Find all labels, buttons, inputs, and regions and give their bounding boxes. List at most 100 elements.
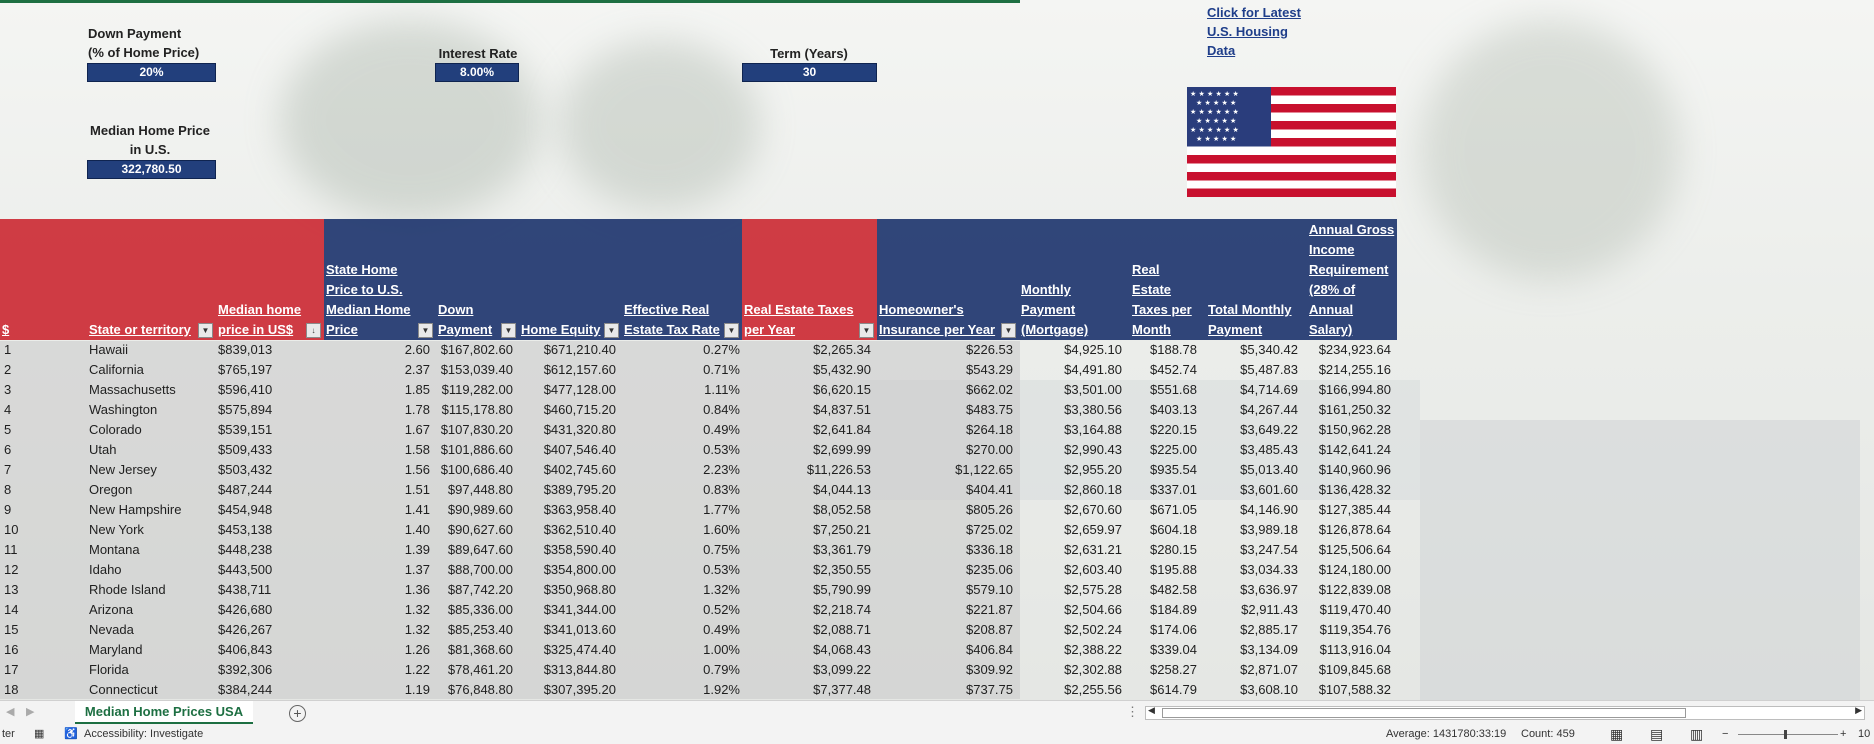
cell-income-requirement[interactable]: $113,916.04 [1307, 640, 1391, 660]
cell-tax-rate[interactable]: 0.53% [622, 560, 740, 580]
term-input[interactable]: 30 [742, 63, 877, 82]
cell-index[interactable]: 5 [4, 420, 64, 440]
cell-home-equity[interactable]: $612,157.60 [519, 360, 616, 380]
page-break-icon[interactable]: ▥ [1690, 724, 1703, 744]
cell-down-payment[interactable]: $89,647.60 [436, 540, 513, 560]
scroll-right-icon[interactable]: ▶ [1855, 705, 1862, 716]
cell-down-payment[interactable]: $85,253.40 [436, 620, 513, 640]
cell-total-monthly[interactable]: $5,487.83 [1206, 360, 1298, 380]
tab-scroll-left-icon[interactable]: ◀ [6, 705, 14, 718]
cell-price-ratio[interactable]: 1.32 [324, 600, 430, 620]
cell-tax-month[interactable]: $339.04 [1130, 640, 1197, 660]
interest-rate-input[interactable]: 8.00% [435, 63, 519, 82]
header-median-price[interactable]: Median home price in US$ ↓ [216, 219, 324, 340]
cell-index[interactable]: 13 [4, 580, 64, 600]
cell-down-payment[interactable]: $81,368.60 [436, 640, 513, 660]
cell-state[interactable]: New Jersey [89, 460, 214, 480]
cell-price-ratio[interactable]: 1.40 [324, 520, 430, 540]
cell-price-ratio[interactable]: 1.19 [324, 680, 430, 700]
cell-price-ratio[interactable]: 1.78 [324, 400, 430, 420]
scrollbar-thumb[interactable] [1162, 708, 1686, 718]
cell-price-ratio[interactable]: 1.36 [324, 580, 430, 600]
cell-home-equity[interactable]: $363,958.40 [519, 500, 616, 520]
cell-median-price[interactable]: $406,843 [218, 640, 318, 660]
cell-insurance[interactable]: $579.10 [877, 580, 1013, 600]
cell-taxes-year[interactable]: $4,044.13 [742, 480, 871, 500]
cell-median-price[interactable]: $453,138 [218, 520, 318, 540]
cell-index[interactable]: 6 [4, 440, 64, 460]
cell-price-ratio[interactable]: 1.37 [324, 560, 430, 580]
cell-insurance[interactable]: $208.87 [877, 620, 1013, 640]
filter-dropdown-icon[interactable]: ▼ [198, 323, 213, 338]
cell-taxes-year[interactable]: $2,350.55 [742, 560, 871, 580]
cell-down-payment[interactable]: $167,802.60 [436, 340, 513, 360]
cell-price-ratio[interactable]: 1.32 [324, 620, 430, 640]
cell-price-ratio[interactable]: 1.85 [324, 380, 430, 400]
zoom-out-icon[interactable]: − [1722, 724, 1728, 744]
cell-tax-rate[interactable]: 0.75% [622, 540, 740, 560]
cell-tax-month[interactable]: $614.79 [1130, 680, 1197, 700]
cell-tax-rate[interactable]: 1.60% [622, 520, 740, 540]
cell-total-monthly[interactable]: $3,601.60 [1206, 480, 1298, 500]
cell-home-equity[interactable]: $431,320.80 [519, 420, 616, 440]
cell-taxes-year[interactable]: $11,226.53 [742, 460, 871, 480]
header-taxes-year[interactable]: Real Estate Taxes per Year ▼ [742, 219, 877, 340]
cell-taxes-year[interactable]: $3,361.79 [742, 540, 871, 560]
cell-monthly-payment[interactable]: $2,504.66 [1019, 600, 1122, 620]
table-row[interactable]: 2 California $765,197 2.37 $153,039.40 $612,1… [0, 360, 1398, 380]
cell-median-price[interactable]: $443,500 [218, 560, 318, 580]
cell-insurance[interactable]: $226.53 [877, 340, 1013, 360]
cell-state[interactable]: Maryland [89, 640, 214, 660]
zoom-in-icon[interactable]: + [1840, 724, 1846, 744]
cell-down-payment[interactable]: $76,848.80 [436, 680, 513, 700]
cell-state[interactable]: Nevada [89, 620, 214, 640]
cell-income-requirement[interactable]: $234,923.64 [1307, 340, 1391, 360]
cell-median-price[interactable]: $503,432 [218, 460, 318, 480]
cell-down-payment[interactable]: $85,336.00 [436, 600, 513, 620]
table-row[interactable]: 3 Massachusetts $596,410 1.85 $119,282.00 $47… [0, 380, 1398, 400]
cell-home-equity[interactable]: $341,344.00 [519, 600, 616, 620]
cell-state[interactable]: Colorado [89, 420, 214, 440]
accessibility-status[interactable]: Accessibility: Investigate [84, 724, 203, 744]
cell-index[interactable]: 2 [4, 360, 64, 380]
cell-home-equity[interactable]: $402,745.60 [519, 460, 616, 480]
table-row[interactable]: 6 Utah $509,433 1.58 $101,886.60 $407,546.40 0… [0, 440, 1398, 460]
cell-monthly-payment[interactable]: $2,670.60 [1019, 500, 1122, 520]
cell-insurance[interactable]: $483.75 [877, 400, 1013, 420]
cell-down-payment[interactable]: $101,886.60 [436, 440, 513, 460]
cell-total-monthly[interactable]: $2,911.43 [1206, 600, 1298, 620]
cell-insurance[interactable]: $725.02 [877, 520, 1013, 540]
cell-insurance[interactable]: $309.92 [877, 660, 1013, 680]
cell-tax-rate[interactable]: 2.23% [622, 460, 740, 480]
cell-price-ratio[interactable]: 1.56 [324, 460, 430, 480]
cell-insurance[interactable]: $235.06 [877, 560, 1013, 580]
filter-dropdown-icon[interactable]: ▼ [859, 323, 874, 338]
cell-index[interactable]: 14 [4, 600, 64, 620]
cell-total-monthly[interactable]: $2,871.07 [1206, 660, 1298, 680]
cell-insurance[interactable]: $737.75 [877, 680, 1013, 700]
cell-tax-month[interactable]: $184.89 [1130, 600, 1197, 620]
cell-taxes-year[interactable]: $2,088.71 [742, 620, 871, 640]
macro-icon[interactable]: ▦ [34, 724, 44, 744]
cell-down-payment[interactable]: $107,830.20 [436, 420, 513, 440]
table-row[interactable]: 14 Arizona $426,680 1.32 $85,336.00 $341,344.… [0, 600, 1398, 620]
cell-state[interactable]: Florida [89, 660, 214, 680]
add-sheet-icon[interactable]: + [289, 705, 306, 722]
cell-median-price[interactable]: $392,306 [218, 660, 318, 680]
cell-index[interactable]: 17 [4, 660, 64, 680]
cell-monthly-payment[interactable]: $3,501.00 [1019, 380, 1122, 400]
cell-median-price[interactable]: $596,410 [218, 380, 318, 400]
cell-median-price[interactable]: $575,894 [218, 400, 318, 420]
cell-down-payment[interactable]: $119,282.00 [436, 380, 513, 400]
cell-median-price[interactable]: $765,197 [218, 360, 318, 380]
down-payment-input[interactable]: 20% [87, 63, 216, 82]
cell-price-ratio[interactable]: 1.51 [324, 480, 430, 500]
cell-insurance[interactable]: $264.18 [877, 420, 1013, 440]
header-down-payment[interactable]: Down Payment ▼ [436, 219, 519, 340]
table-row[interactable]: 10 New York $453,138 1.40 $90,627.60 $362,510… [0, 520, 1398, 540]
cell-total-monthly[interactable]: $3,989.18 [1206, 520, 1298, 540]
sheet-tab-median-home-prices[interactable]: Median Home Prices USA [75, 701, 253, 725]
cell-tax-month[interactable]: $935.54 [1130, 460, 1197, 480]
cell-tax-month[interactable]: $174.06 [1130, 620, 1197, 640]
cell-income-requirement[interactable]: $119,470.40 [1307, 600, 1391, 620]
